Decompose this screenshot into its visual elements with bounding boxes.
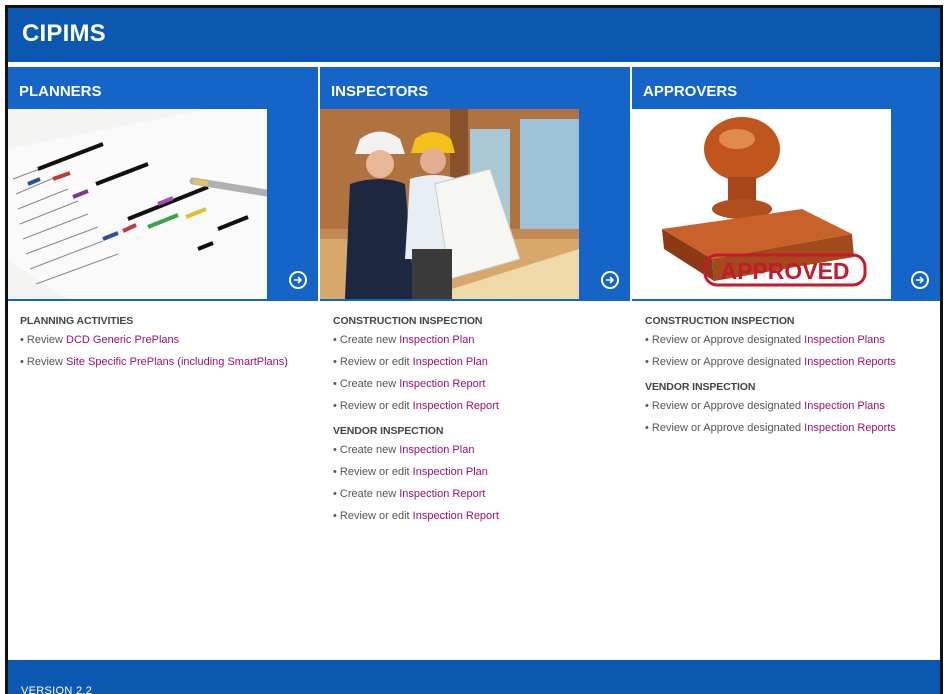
inspection-plan-link[interactable]: Inspection Plan	[413, 466, 488, 478]
construction-inspection-heading: CONSTRUCTION INSPECTION	[645, 315, 795, 327]
app-header: CIPIMS	[8, 8, 940, 62]
circle-arrow-right-icon[interactable]	[289, 271, 307, 289]
inspectors-panel[interactable]: INSPECTORS	[320, 67, 630, 299]
vendor-inspection-heading: VENDOR INSPECTION	[645, 381, 756, 393]
circle-arrow-right-icon[interactable]	[911, 271, 929, 289]
planners-section: PLANNING ACTIVITIES • Review DCD Generic…	[20, 315, 288, 373]
inspectors-photo	[320, 109, 579, 299]
inspection-plan-link[interactable]: Inspection Plan	[399, 444, 474, 456]
inspection-report-link[interactable]: Inspection Report	[413, 400, 499, 412]
dcd-generic-preplans-link[interactable]: DCD Generic PrePlans	[66, 334, 179, 346]
inspection-report-link[interactable]: Inspection Report	[413, 510, 499, 522]
planners-panel[interactable]: PLANNERS	[8, 67, 318, 299]
list-item: • Create new Inspection Report	[333, 488, 486, 500]
approved-stamp-text: APPROVED	[720, 258, 849, 284]
list-item: • Create new Inspection Plan	[333, 334, 475, 346]
vendor-inspection-heading: VENDOR INSPECTION	[333, 425, 444, 437]
inspection-plans-link[interactable]: Inspection Plans	[804, 334, 885, 346]
list-item: • Create new Inspection Plan	[333, 444, 475, 456]
inspection-plan-link[interactable]: Inspection Plan	[413, 356, 488, 368]
approvers-panel[interactable]: APPROVERS APPROVED	[632, 67, 940, 299]
inspectors-title: INSPECTORS	[331, 83, 429, 100]
list-item: • Review or edit Inspection Report	[333, 510, 499, 522]
approved-stamp-image: APPROVED	[632, 109, 891, 299]
construction-inspection-heading: CONSTRUCTION INSPECTION	[333, 315, 483, 327]
inspection-plans-link[interactable]: Inspection Plans	[804, 400, 885, 412]
list-item: • Review Site Specific PrePlans (includi…	[20, 356, 288, 368]
planners-underline	[8, 299, 318, 301]
approvers-title: APPROVERS	[643, 83, 738, 100]
planners-title: PLANNERS	[19, 83, 102, 100]
list-item: • Review or edit Inspection Plan	[333, 466, 488, 478]
list-item: • Create new Inspection Report	[333, 378, 486, 390]
app-footer: VERSION 2.2	[8, 660, 940, 694]
list-item: • Review or edit Inspection Report	[333, 400, 499, 412]
version-label: VERSION 2.2	[21, 685, 93, 694]
list-item: • Review or Approve designated Inspectio…	[645, 400, 885, 412]
inspectors-underline	[320, 299, 630, 301]
app-title: CIPIMS	[22, 20, 106, 47]
inspection-reports-link[interactable]: Inspection Reports	[804, 422, 896, 434]
list-item: • Review or Approve designated Inspectio…	[645, 334, 885, 346]
approvers-section: CONSTRUCTION INSPECTION • Review or Appr…	[645, 315, 896, 439]
approvers-underline	[632, 299, 940, 301]
planning-activities-heading: PLANNING ACTIVITIES	[20, 315, 134, 327]
page-frame: CIPIMS PLANNERS INSPECTORS APPROVERS APP…	[5, 5, 943, 694]
list-item: • Review or Approve designated Inspectio…	[645, 422, 896, 434]
planners-gantt-image	[8, 109, 267, 299]
list-item: • Review DCD Generic PrePlans	[20, 334, 180, 346]
inspectors-section: CONSTRUCTION INSPECTION • Create new Ins…	[333, 315, 499, 527]
inspection-reports-link[interactable]: Inspection Reports	[804, 356, 896, 368]
list-item: • Review or Approve designated Inspectio…	[645, 356, 896, 368]
inspection-plan-link[interactable]: Inspection Plan	[399, 334, 474, 346]
site-specific-preplans-link[interactable]: Site Specific PrePlans (including SmartP…	[66, 356, 288, 368]
circle-arrow-right-icon[interactable]	[601, 271, 619, 289]
list-item: • Review or edit Inspection Plan	[333, 356, 488, 368]
inspection-report-link[interactable]: Inspection Report	[399, 378, 485, 390]
inspection-report-link[interactable]: Inspection Report	[399, 488, 485, 500]
